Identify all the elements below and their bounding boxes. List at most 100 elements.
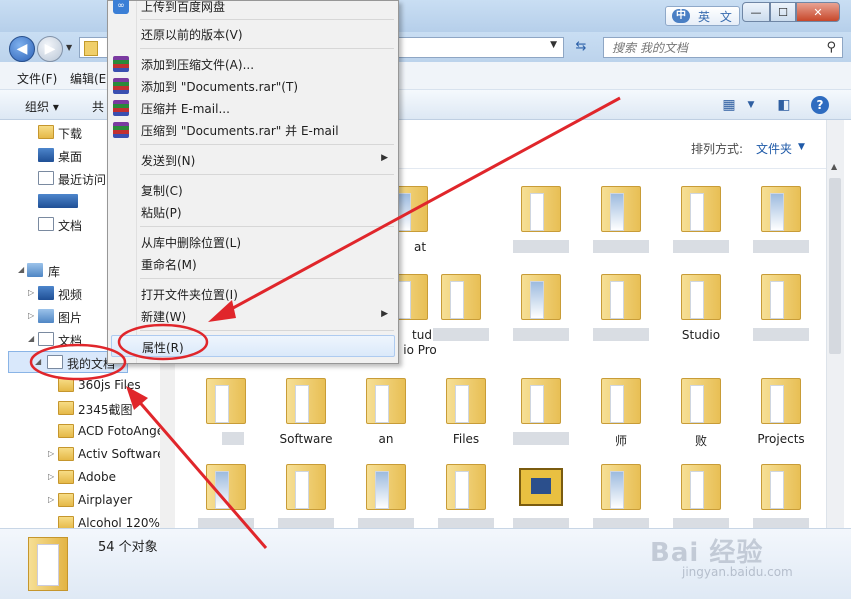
folder-item[interactable] bbox=[581, 180, 661, 276]
content-scroll-thumb[interactable] bbox=[829, 178, 841, 354]
folder-icon bbox=[681, 186, 721, 232]
folder-caption: 败 bbox=[694, 434, 707, 448]
nav-label: 库 bbox=[48, 265, 61, 279]
expand-arrow-icon[interactable]: ▷ bbox=[48, 449, 54, 458]
menu-item-new[interactable]: 新建(W) ▶ bbox=[108, 305, 398, 327]
expand-arrow-icon[interactable]: ▷ bbox=[28, 311, 34, 320]
maximize-button[interactable]: ☐ bbox=[770, 2, 796, 22]
search-icon[interactable]: ⚲ bbox=[826, 40, 836, 55]
nav-label: 图片 bbox=[58, 311, 83, 325]
search-input[interactable] bbox=[610, 39, 814, 56]
minimize-button[interactable]: — bbox=[742, 2, 770, 22]
expand-arrow-icon[interactable]: ◢ bbox=[35, 357, 41, 366]
folder-item[interactable] bbox=[186, 372, 266, 468]
folder-icon bbox=[58, 470, 74, 484]
scroll-up-icon[interactable]: ▲ bbox=[831, 162, 837, 171]
folder-item[interactable] bbox=[421, 268, 501, 364]
menu-item-label: 压缩并 E-mail... bbox=[141, 102, 230, 116]
preview-pane-icon[interactable]: ◧ bbox=[775, 96, 793, 114]
expand-arrow-icon[interactable]: ▷ bbox=[28, 288, 34, 297]
menu-item-copy[interactable]: 复制(C) bbox=[108, 179, 398, 201]
menu-item-rename[interactable]: 重命名(M) bbox=[108, 253, 398, 275]
folder-item[interactable]: an bbox=[346, 372, 426, 468]
menu-item-label: 从库中删除位置(L) bbox=[141, 236, 242, 250]
menu-item-upload-baidu[interactable]: ∞ 上传到百度网盘 bbox=[108, 0, 398, 17]
menu-separator bbox=[140, 144, 394, 145]
chevron-down-icon[interactable]: ▼ bbox=[550, 40, 557, 50]
menu-item-restore-versions[interactable]: 还原以前的版本(V) bbox=[108, 23, 398, 45]
help-icon[interactable]: ? bbox=[811, 96, 829, 114]
menu-item-paste[interactable]: 粘贴(P) bbox=[108, 201, 398, 223]
close-button[interactable]: ✕ bbox=[796, 2, 840, 22]
recent-pages-dropdown-icon[interactable]: ▼ bbox=[66, 43, 72, 52]
nav-item-alcohol[interactable]: Alcohol 120% bbox=[0, 513, 174, 528]
chevron-down-icon[interactable]: ▼ bbox=[798, 142, 805, 152]
folder-item[interactable]: Software bbox=[266, 372, 346, 468]
nav-item-acd[interactable]: ACD FotoAngel bbox=[0, 421, 174, 443]
context-menu: ∞ 上传到百度网盘 还原以前的版本(V) 添加到压缩文件(A)... 添加到 "… bbox=[107, 0, 399, 364]
nav-item-activ[interactable]: ▷ Activ Software bbox=[0, 444, 174, 466]
folder-icon bbox=[681, 464, 721, 510]
menu-item-label: 添加到压缩文件(A)... bbox=[141, 58, 255, 72]
menu-item-label: 添加到 "Documents.rar"(T) bbox=[141, 80, 299, 94]
menu-edit[interactable]: 编辑(E bbox=[70, 70, 106, 87]
menu-item-properties[interactable]: 属性(R) bbox=[111, 335, 395, 357]
nav-item-adobe[interactable]: ▷ Adobe bbox=[0, 467, 174, 489]
folder-icon bbox=[366, 464, 406, 510]
expand-arrow-icon[interactable]: ▷ bbox=[48, 472, 54, 481]
refresh-button[interactable]: ⇆ bbox=[571, 39, 591, 57]
back-button[interactable]: ◀ bbox=[9, 36, 35, 62]
nav-item-2345[interactable]: 2345截图 bbox=[0, 398, 174, 420]
folder-item[interactable]: Files bbox=[426, 372, 506, 468]
folder-item[interactable] bbox=[741, 180, 821, 276]
menu-item-add-archive[interactable]: 添加到压缩文件(A)... bbox=[108, 53, 398, 75]
menu-item-open-location[interactable]: 打开文件夹位置(I) bbox=[108, 283, 398, 305]
search-box[interactable]: ⚲ bbox=[603, 37, 843, 58]
blurred-caption bbox=[593, 240, 649, 253]
folder-item[interactable]: 败 bbox=[661, 372, 741, 468]
folder-item[interactable] bbox=[501, 180, 581, 276]
winrar-icon bbox=[113, 56, 129, 72]
ime-indicator[interactable]: 中 英 文 bbox=[665, 6, 740, 26]
blurred-caption bbox=[593, 328, 649, 341]
forward-button[interactable]: ▶ bbox=[37, 36, 63, 62]
expand-arrow-icon[interactable]: ▷ bbox=[48, 495, 54, 504]
folder-item[interactable] bbox=[501, 372, 581, 468]
folder-icon bbox=[446, 464, 486, 510]
folder-item[interactable] bbox=[501, 268, 581, 364]
view-options-icon[interactable]: ▦ bbox=[720, 96, 738, 114]
folder-caption: 师 bbox=[614, 434, 627, 448]
menu-item-send-to[interactable]: 发送到(N) ▶ bbox=[108, 149, 398, 171]
menu-item-remove-from-library[interactable]: 从库中删除位置(L) bbox=[108, 231, 398, 253]
folder-icon bbox=[521, 186, 561, 232]
folder-icon bbox=[601, 464, 641, 510]
expand-arrow-icon[interactable]: ◢ bbox=[18, 265, 24, 274]
content-scrollbar[interactable]: ▲ bbox=[826, 120, 844, 528]
folder-icon bbox=[601, 186, 641, 232]
sort-dropdown[interactable]: 文件夹 bbox=[756, 140, 792, 157]
nav-item-airplayer[interactable]: ▷ Airplayer bbox=[0, 490, 174, 512]
folder-item[interactable] bbox=[581, 268, 661, 364]
menu-item-add-documents-rar[interactable]: 添加到 "Documents.rar"(T) bbox=[108, 75, 398, 97]
folder-caption: an bbox=[378, 432, 394, 446]
menu-item-compress-email[interactable]: 压缩并 E-mail... bbox=[108, 97, 398, 119]
organize-button[interactable]: 组织 ▾ bbox=[25, 98, 59, 115]
folder-item[interactable] bbox=[741, 268, 821, 364]
view-dropdown-icon[interactable]: ▼ bbox=[742, 96, 760, 114]
share-button[interactable]: 共 bbox=[92, 98, 104, 115]
folder-icon bbox=[206, 378, 246, 424]
folder-item[interactable] bbox=[661, 180, 741, 276]
folder-icon bbox=[441, 274, 481, 320]
menu-item-compress-documents-email[interactable]: 压缩到 "Documents.rar" 并 E-mail bbox=[108, 119, 398, 141]
folder-preview-icon bbox=[28, 537, 68, 591]
menu-item-label: 重命名(M) bbox=[141, 258, 197, 272]
folder-icon bbox=[58, 401, 74, 415]
nav-label: 文档 bbox=[58, 219, 83, 233]
menu-file[interactable]: 文件(F) bbox=[17, 70, 57, 87]
folder-item[interactable]: Studio bbox=[661, 268, 741, 364]
nav-label: 最近访问 bbox=[58, 173, 107, 187]
expand-arrow-icon[interactable]: ◢ bbox=[28, 334, 34, 343]
folder-item[interactable]: Projects bbox=[741, 372, 821, 468]
folder-item[interactable]: 师 bbox=[581, 372, 661, 468]
nav-item-360js[interactable]: 360js Files bbox=[0, 375, 174, 397]
